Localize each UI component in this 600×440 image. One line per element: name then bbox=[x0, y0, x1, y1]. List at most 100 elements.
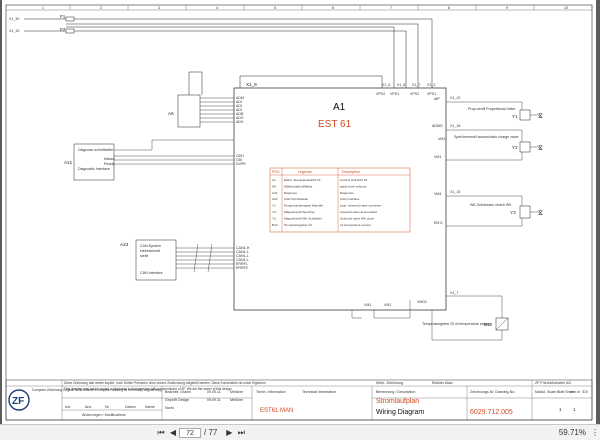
tb-note-de: Diese Zeichnung darf weder kopiert, noch… bbox=[64, 381, 266, 385]
component-y1: X1_10 Prop-ventil Propertional-Valve Y1 … bbox=[446, 96, 543, 121]
legend-cell-en: CAN Interface bbox=[340, 197, 360, 201]
column-label: 5 bbox=[274, 6, 276, 10]
tb-title-en: Wiring Diagram bbox=[376, 409, 424, 416]
a1-label: A1 bbox=[333, 102, 346, 113]
tb-date-1: 09.09.11 bbox=[207, 390, 221, 394]
first-page-icon[interactable]: ⏮ bbox=[155, 428, 167, 438]
svg-text:⧖: ⧖ bbox=[538, 145, 543, 152]
tb-col-header: Ind. bbox=[65, 405, 71, 409]
legend-cell-de: Temperaturgeber ÖL bbox=[284, 223, 313, 227]
column-labels: 1 2 3 4 5 6 7 8 9 10 bbox=[42, 5, 593, 10]
y3-label: Y3 bbox=[510, 210, 516, 215]
fuse-f2: X1_15 F2 bbox=[9, 27, 75, 34]
y1-text: Prop-ventil Propertional-Valve bbox=[468, 107, 515, 111]
a1-misc-pin: VM1 bbox=[438, 137, 445, 141]
drawing-sheet: 1 2 3 4 5 6 7 8 9 10 X1_30 F1 X1_15 F2 A6 bbox=[2, 0, 596, 424]
tb-title-de: Stromlaufplan bbox=[376, 398, 419, 405]
a21-pin-ready: Ready bbox=[104, 162, 115, 166]
a1-pin-num-4: X1_2 bbox=[427, 83, 435, 87]
tb-maker: ZF Friedrichshafen AG bbox=[535, 381, 571, 385]
prev-page-icon[interactable]: ◀ bbox=[167, 428, 179, 437]
a6-label: A6 bbox=[168, 111, 174, 116]
legend-cell-de: Wählschalter/Wähler bbox=[284, 184, 313, 188]
column-label: 2 bbox=[100, 6, 102, 10]
a1-pin-em6: EM 6 bbox=[434, 221, 442, 225]
column-label: 8 bbox=[448, 6, 450, 10]
svg-text:ZF: ZF bbox=[12, 396, 24, 407]
zoom-menu-icon[interactable]: ⋮ bbox=[590, 428, 600, 437]
tb-geprueft: Geprüft Design bbox=[165, 398, 189, 402]
legend-cell-code: A23 bbox=[272, 197, 278, 201]
tb-werk: Werk. Zeichnung bbox=[376, 381, 403, 385]
tb-scale: Maßst. Scale bbox=[535, 390, 556, 394]
fuse-f1: X1_30 F1 bbox=[9, 14, 75, 22]
legend-cell-en: solenoid valve accumulator bbox=[340, 210, 377, 214]
next-page-icon[interactable]: ▶ bbox=[223, 428, 235, 437]
legend-cell-code: Y2 bbox=[272, 210, 276, 214]
f1-ref: X1_30 bbox=[9, 17, 19, 21]
legend-cell-en: Solenoid valve WK close bbox=[340, 216, 374, 220]
a1-top-pin-4: VPS2 bbox=[410, 92, 419, 96]
b12-text: Temperaturgeber Öl oil temperature senso… bbox=[422, 322, 492, 326]
legend-cell-code: A6 bbox=[272, 184, 276, 188]
tb-norm: Norm bbox=[165, 406, 174, 410]
tb-ben-label: Benennung / Description bbox=[376, 390, 415, 394]
a1-pin-errf2: ERRF2 bbox=[236, 266, 248, 270]
a1-pin-num-1: X1_6 bbox=[382, 83, 390, 87]
legend-cell-code: B12 bbox=[272, 223, 278, 227]
a21-sub: Diagnostic Interface bbox=[78, 167, 110, 171]
a21-pin-masse: Masse bbox=[104, 157, 115, 161]
a23-line3: stelle bbox=[140, 254, 148, 258]
a1-bottom-pin-1: VM1 bbox=[364, 303, 371, 307]
component-a1: X1_9 VPS2 VPS1 VPS2 VPS1 X1_6 X1_8 X1_7 … bbox=[233, 82, 447, 311]
tb-col-header: Anz. bbox=[85, 405, 92, 409]
legend-cell-code: A1 bbox=[272, 178, 276, 182]
tb-techn-info-en: Technical Information bbox=[302, 390, 336, 394]
tb-date-2: 09.09.11 bbox=[207, 398, 221, 402]
legend-header-de: Legende bbox=[298, 170, 312, 174]
tb-von-val: 1 bbox=[573, 407, 576, 412]
a21-title: Diagnose-schnittstelle bbox=[78, 148, 113, 152]
tb-col-header: Datum bbox=[125, 405, 136, 409]
last-page-icon[interactable]: ⏭ bbox=[235, 428, 247, 438]
legend-cell-de: Elektr. Steuergerät EST 61 bbox=[284, 178, 321, 182]
tb-werk-val: Ekkkter Alaw bbox=[432, 381, 453, 385]
column-label: 7 bbox=[390, 6, 392, 10]
y1-ref: X1_10 bbox=[450, 96, 460, 100]
svg-text:POS: POS bbox=[272, 170, 280, 174]
a23-label: A23 bbox=[120, 242, 129, 247]
a1-name: EST 61 bbox=[318, 119, 352, 130]
legend-cell-en: Control Unit EST 61 bbox=[340, 178, 368, 182]
zoom-level[interactable]: 59.71% bbox=[559, 428, 586, 437]
y2-text: Speicherventil accumulator charge valve bbox=[454, 135, 519, 139]
a1-top-pin-3: VPS1 bbox=[390, 92, 399, 96]
component-y2: X1_16 Speicherventil accumulator charge … bbox=[446, 124, 543, 161]
a23-line2: elektrischnitt bbox=[140, 249, 160, 253]
b12-label: B12 bbox=[484, 322, 493, 327]
legend-cell-code: A21 bbox=[272, 191, 278, 195]
y3-text: WK-Schliessen clutch WK bbox=[470, 203, 512, 207]
a1-pin-vm4: VM4 bbox=[434, 192, 441, 196]
tb-sheet-text: EST61 MAN bbox=[260, 408, 293, 414]
column-label: 3 bbox=[158, 6, 160, 10]
page-total: / 77 bbox=[204, 428, 218, 437]
tb-blatt-val: 1 bbox=[559, 407, 562, 412]
a1-pin-num-2: X1_8 bbox=[397, 83, 405, 87]
column-label: 9 bbox=[506, 6, 508, 10]
supply-wiring bbox=[24, 18, 433, 88]
pdf-viewer-toolbar: ⏮ ◀ 72 / 77 ▶ ⏭ 59.71% ⋮ bbox=[0, 424, 600, 440]
y2-label: Y2 bbox=[512, 145, 518, 150]
a1-top-pin-1: X1_9 bbox=[246, 82, 257, 87]
a1-pin-ads-2: ADS bbox=[236, 120, 244, 124]
legend-cell-de: CAN Schnittstelle bbox=[284, 197, 308, 201]
legend-cell-en: oil temperature sensor bbox=[340, 223, 371, 227]
component-a21: A21 Diagnose-schnittstelle Diagnostic In… bbox=[64, 139, 234, 181]
legend-cell-en: prop. solenoid valve converter bbox=[340, 204, 381, 208]
column-label: 1 bbox=[42, 6, 44, 10]
a23-title: CAN-System bbox=[140, 244, 161, 248]
tb-von: von of bbox=[570, 390, 580, 394]
a1-pin-dvpe: DVPE bbox=[236, 162, 246, 166]
page-number-input[interactable]: 72 bbox=[179, 427, 201, 438]
column-label: 10 bbox=[564, 6, 568, 10]
a1-top-pin-5: VPS1 bbox=[427, 92, 436, 96]
